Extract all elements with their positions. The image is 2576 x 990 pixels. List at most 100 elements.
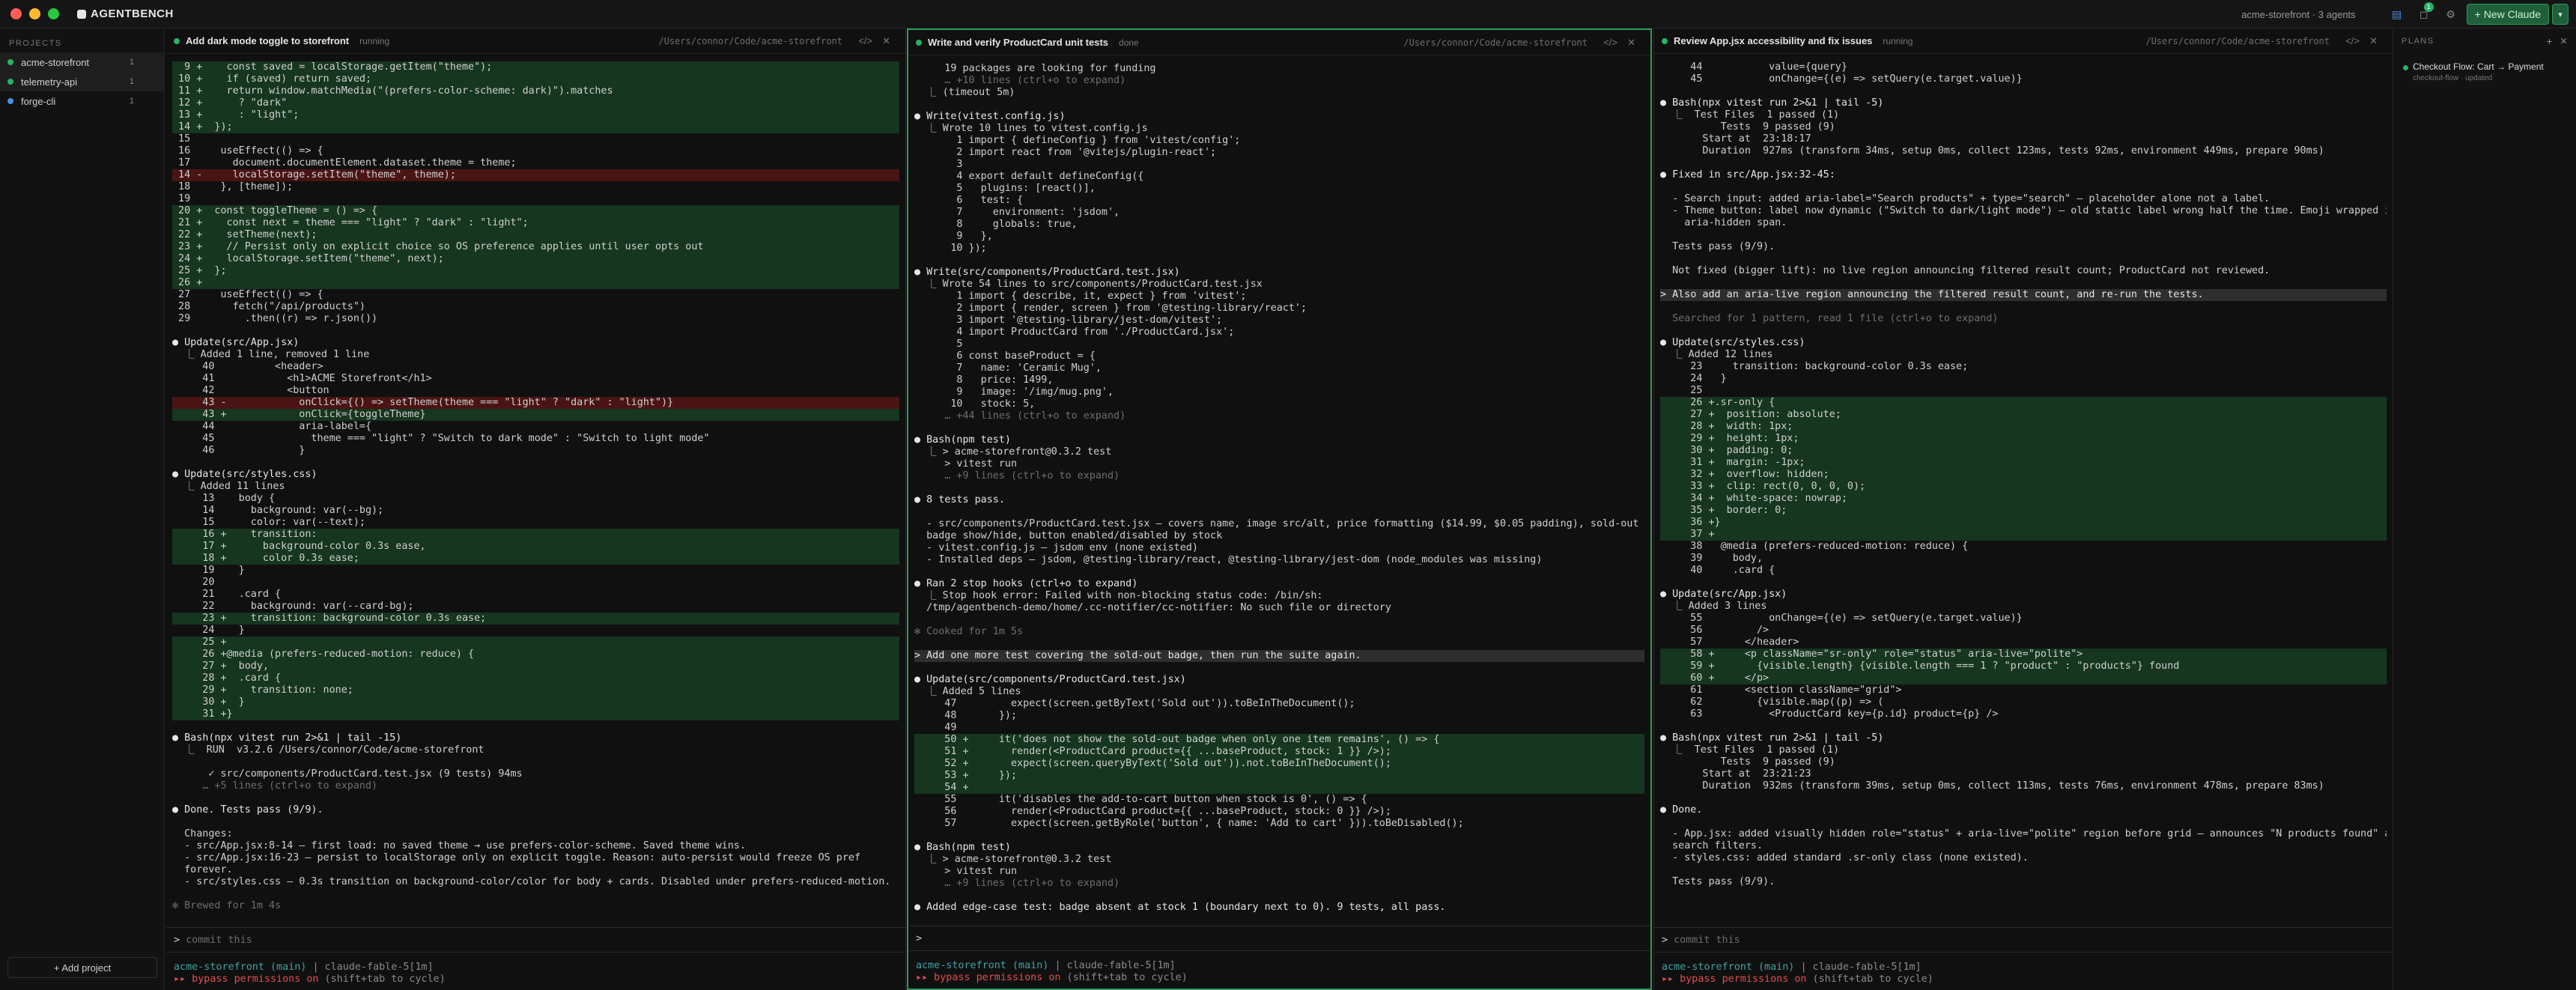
transcript-line: ● Bash(npm test) <box>914 434 1011 446</box>
transcript-line: 3 import '@testing-library/jest-dom/vite… <box>914 315 1223 326</box>
close-plans-icon[interactable]: ✕ <box>2560 36 2569 46</box>
close-pane-icon[interactable]: ✕ <box>1627 37 1635 49</box>
transcript-line: ⎿ Added 1 line, removed 1 line <box>172 349 370 360</box>
close-pane-icon[interactable]: ✕ <box>2369 35 2378 47</box>
transcript-line: - Installed deps — jsdom, @testing-libra… <box>914 554 1543 565</box>
transcript-line: 31 +} <box>172 708 899 720</box>
notification-badge: 1 <box>2423 2 2434 12</box>
transcript-line: 21 .card { <box>172 589 282 600</box>
pane-title: Write and verify ProductCard unit tests <box>928 37 1109 48</box>
transcript-line: 34 + white-space: nowrap; <box>1660 493 2387 505</box>
pane-title: Add dark mode toggle to storefront <box>186 35 350 46</box>
transcript-line: 40 <header> <box>172 361 323 372</box>
transcript-line: 12 + ? "dark" <box>172 97 899 109</box>
sidebar-item-telemetry-api[interactable]: telemetry-api 1 <box>0 72 164 91</box>
transcript-line: 9 image: '/img/mug.png', <box>914 386 1114 398</box>
transcript-line: … +10 lines (ctrl+o to expand) <box>914 75 1126 86</box>
transcript-line: 29 .then((r) => r.json()) <box>172 313 378 324</box>
transcript-line: 17 + background-color 0.3s ease, <box>172 541 899 553</box>
zoom-window-button[interactable] <box>48 8 59 19</box>
prompt-input[interactable] <box>1674 934 2332 946</box>
transcript-line: 28 fetch("/api/products") <box>172 301 365 312</box>
transcript-line: ● Update(src/App.jsx) <box>172 337 300 348</box>
transcript-line: 27 + body, <box>172 660 899 672</box>
transcript-line <box>172 720 899 732</box>
close-window-button[interactable] <box>10 8 22 19</box>
transcript-line: 55 it('disables the add-to-cart button w… <box>914 794 1367 805</box>
transcript-line: ⎿ Test Files 1 passed (1) <box>1660 744 1840 756</box>
transcript-line: 10 }); <box>914 243 987 254</box>
transcript-line: > Add one more test covering the sold-ou… <box>914 650 1644 662</box>
add-plan-icon[interactable]: + <box>2546 35 2554 47</box>
open-editor-icon[interactable]: </> <box>1603 37 1617 48</box>
prompt-bar: > <box>908 926 1650 951</box>
transcript-line: 44 value={query} <box>1660 61 1847 73</box>
new-claude-button[interactable]: + New Claude <box>2466 4 2549 25</box>
transcript-line: ✻ Cooked for 1m 5s <box>914 626 1024 637</box>
transcript-line: - Theme button: label now dynamic ("Swit… <box>1660 205 2387 216</box>
transcript-line: 42 <button <box>172 385 329 396</box>
transcript-line: 2 import { render, screen } from '@testi… <box>914 303 1307 314</box>
transcript-line: 23 + // Persist only on explicit choice … <box>172 241 899 253</box>
logo-icon <box>77 9 86 19</box>
prompt-input[interactable] <box>186 934 845 946</box>
transcript-line: 63 <ProductCard key={p.id} product={p} /… <box>1660 708 1999 720</box>
running-status-dot <box>174 37 180 44</box>
document-icon[interactable]: ▤ <box>2386 5 2408 23</box>
transcript-line: 26 +.sr-only { <box>1660 397 2387 409</box>
transcript-line <box>1660 720 2387 732</box>
minimize-window-button[interactable] <box>29 8 40 19</box>
prompt-input[interactable] <box>928 932 1589 944</box>
transcript-line: ⎿ > acme-storefront@0.3.2 test <box>914 446 1112 458</box>
transcript-line: 29 + height: 1px; <box>1660 433 2387 445</box>
status-footer: acme-storefront (main) | claude-fable-5[… <box>916 960 1188 983</box>
transcript-line: 7 environment: 'jsdom', <box>914 207 1120 218</box>
sidebar-item-acme-storefront[interactable]: acme-storefront 1 <box>0 52 164 72</box>
transcript-line: 1 import { describe, it, expect } from '… <box>914 291 1247 302</box>
pane-status: running <box>359 35 390 46</box>
transcript-line: Tests pass (9/9). <box>1660 241 1775 252</box>
transcript-line <box>914 255 1644 267</box>
transcript-line: 15 color: var(--text); <box>172 517 365 528</box>
transcript-line: - src/components/ProductCard.test.jsx — … <box>914 518 1639 529</box>
transcript-line: 11 + return window.matchMedia("(prefers-… <box>172 85 899 97</box>
transcript-line: 28 + width: 1px; <box>1660 421 2387 433</box>
transcript-line: 16 useEffect(() => { <box>172 145 323 157</box>
notification-icon[interactable]: ◻ 1 <box>2413 2 2435 23</box>
transcript-line <box>172 325 899 337</box>
transcript-line: 19 } <box>172 565 245 576</box>
transcript-line: 5 plugins: [react()], <box>914 183 1096 194</box>
title-bar: AGENTBENCH acme-storefront · 3 agents ▤ … <box>0 0 2576 28</box>
transcript-line: 44 aria-label={ <box>172 421 372 432</box>
transcript-line: ⎿ Wrote 10 lines to vitest.config.js <box>914 123 1148 134</box>
add-project-button[interactable]: + Add project <box>7 957 157 978</box>
plan-item[interactable]: Checkout Flow: Cart → Payment checkout-f… <box>2394 54 2576 90</box>
transcript-line <box>914 614 1644 626</box>
status-footer: acme-storefront (main) | claude-fable-5[… <box>1662 962 1933 985</box>
agent-pane-accessibility-review: Review App.jsx accessibility and fix iss… <box>1653 28 2393 990</box>
transcript-line <box>1660 816 2387 828</box>
plans-header: PLANS + ✕ <box>2402 35 2569 47</box>
prompt-chevron-icon: > <box>916 932 923 944</box>
open-editor-icon[interactable]: </> <box>858 35 872 46</box>
transcript-line: 57 </header> <box>1660 637 1799 648</box>
close-pane-icon[interactable]: ✕ <box>882 35 890 47</box>
transcript-line: 60 + </p> <box>1660 672 2387 684</box>
settings-icon[interactable]: ⚙ <box>2440 5 2462 23</box>
sidebar-item-forge-cli[interactable]: forge-cli 1 <box>0 91 164 111</box>
transcript-line <box>1660 277 2387 289</box>
pane-path: /Users/connor/Code/acme-storefront <box>2145 35 2330 46</box>
transcript-line: ● Write(vitest.config.js) <box>914 111 1066 122</box>
transcript-line: ● Update(src/styles.css) <box>1660 337 1805 348</box>
transcript-line: 31 + margin: -1px; <box>1660 457 2387 469</box>
transcript-line: 14 - localStorage.setItem("theme", theme… <box>172 169 899 181</box>
transcript-line: 8 globals: true, <box>914 219 1078 230</box>
transcript-line: ● 8 tests pass. <box>914 494 1005 505</box>
open-editor-icon[interactable]: </> <box>2345 35 2360 46</box>
new-claude-menu-button[interactable]: ▾ <box>2552 4 2569 25</box>
transcript: 9 + const saved = localStorage.getItem("… <box>172 61 899 918</box>
status-dot <box>7 79 13 85</box>
transcript-line: … +5 lines (ctrl+o to expand) <box>172 780 378 792</box>
agent-pane-dark-mode: Add dark mode toggle to storefront runni… <box>166 28 906 990</box>
transcript-line: Tests pass (9/9). <box>1660 876 1775 887</box>
